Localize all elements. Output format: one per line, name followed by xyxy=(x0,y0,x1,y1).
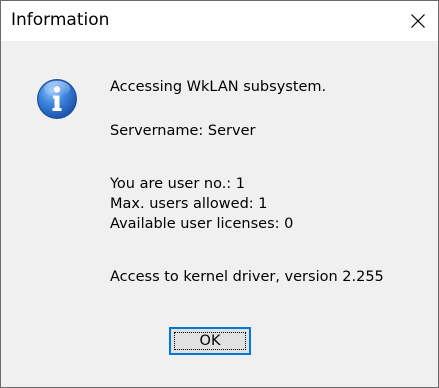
information-dialog: Information Accessing WkLAN subsystem. S… xyxy=(0,0,439,388)
message-user-number: You are user no.: 1 xyxy=(110,176,246,192)
dialog-body: Accessing WkLAN subsystem. Servername: S… xyxy=(1,41,438,387)
window-title: Information xyxy=(11,10,110,30)
title-bar[interactable]: Information xyxy=(1,1,438,41)
message-servername: Servername: Server xyxy=(110,123,256,139)
close-icon xyxy=(410,13,426,29)
message-subsystem: Accessing WkLAN subsystem. xyxy=(110,79,327,95)
ok-button-label: OK xyxy=(199,333,221,349)
message-available-licenses: Available user licenses: 0 xyxy=(110,216,294,232)
close-button[interactable] xyxy=(398,1,438,41)
message-kernel-driver: Access to kernel driver, version 2.255 xyxy=(110,269,384,285)
ok-button[interactable]: OK xyxy=(169,327,251,355)
info-icon xyxy=(36,78,78,120)
message-max-users: Max. users allowed: 1 xyxy=(110,196,268,212)
